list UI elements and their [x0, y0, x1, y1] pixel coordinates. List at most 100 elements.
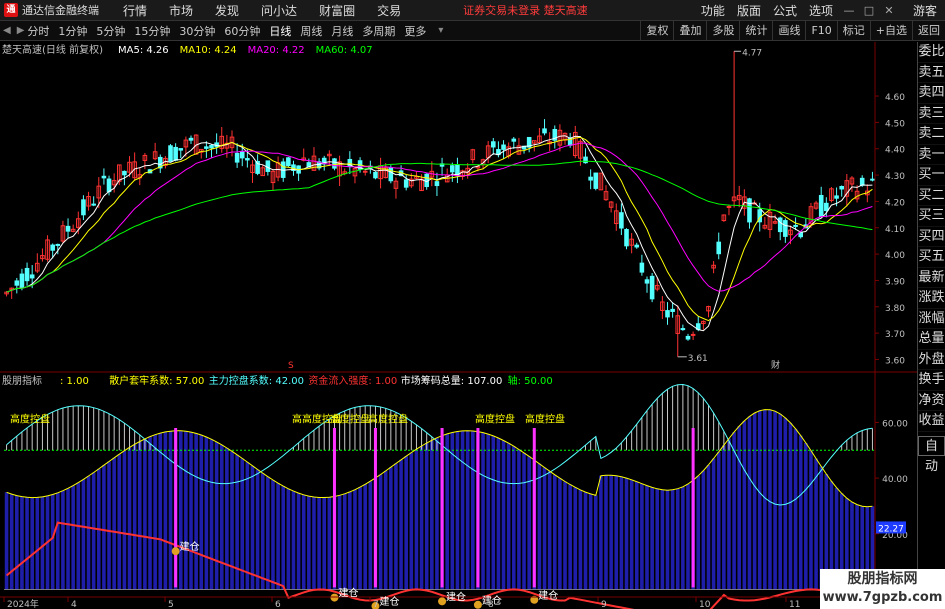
buy-label: 建仓: [379, 595, 399, 608]
date-label: 9: [601, 600, 607, 609]
candle-body: [29, 274, 35, 279]
multi-stock-button[interactable]: 多股: [706, 21, 739, 41]
side-item[interactable]: 买一: [918, 165, 945, 186]
candle-body: [834, 195, 839, 199]
price-tick-label: 4.50: [885, 119, 905, 129]
candle-body: [265, 160, 271, 172]
adjust-button[interactable]: 复权: [640, 21, 673, 41]
candle-body: [81, 199, 86, 216]
side-item[interactable]: 买五: [918, 247, 945, 268]
indicator-legend-label: 轴: 50.00: [508, 374, 553, 387]
menu-item-discover[interactable]: 发现: [215, 2, 239, 19]
candle-body: [824, 202, 829, 212]
candle-body: [50, 244, 55, 251]
side-item[interactable]: 卖三: [918, 104, 945, 124]
app-logo-icon: 通: [4, 3, 18, 17]
candle-body: [793, 224, 798, 227]
candle-body: [491, 141, 496, 148]
side-item[interactable]: 卖一: [918, 145, 945, 165]
period-tab[interactable]: 5分钟: [96, 23, 125, 39]
date-label: 2024年: [7, 598, 39, 609]
period-tab[interactable]: 分时: [27, 23, 49, 39]
candle-body: [726, 206, 732, 209]
close-icon[interactable]: ✕: [879, 4, 899, 17]
ma-legend-label: MA20: 4.22: [248, 45, 305, 56]
side-item[interactable]: 最新: [918, 268, 945, 288]
control-label: 高度控盘: [330, 412, 370, 425]
control-label: 高度控盘: [10, 412, 50, 425]
ma-legend-label: MA60: 4.07: [316, 45, 373, 56]
period-tab[interactable]: 60分钟: [224, 23, 260, 39]
buy-label: 建仓: [338, 587, 358, 600]
mark-button[interactable]: 标记: [836, 21, 870, 41]
side-item[interactable]: 卖五: [918, 63, 945, 83]
kline-chart[interactable]: 4.60 4.50 4.40 4.30 4.20 4.10 4.00 3.90 3.80 3.70…: [0, 42, 917, 609]
candle-body: [593, 172, 599, 189]
period-tab[interactable]: 多周期: [362, 23, 395, 39]
period-tab[interactable]: 15分钟: [134, 23, 170, 39]
date-label: 7: [373, 600, 379, 609]
draw-line-button[interactable]: 画线: [772, 21, 805, 41]
menu-item-quotes[interactable]: 行情: [123, 2, 147, 19]
side-item[interactable]: 净资: [918, 391, 945, 411]
control-label: 高度控盘: [475, 412, 515, 425]
dropdown-icon[interactable]: ▾: [438, 25, 443, 36]
candle-body: [680, 328, 686, 331]
add-watchlist-button[interactable]: +自选: [869, 21, 912, 41]
period-tab[interactable]: 月线: [331, 23, 353, 39]
period-tab-active[interactable]: 日线: [269, 23, 291, 39]
indicator-legend-label: 主力控盘系数: 42.00: [209, 374, 304, 387]
buy-icon: [171, 547, 180, 556]
candle-body: [583, 156, 588, 164]
maximize-icon[interactable]: □: [859, 4, 879, 17]
side-item[interactable]: 买三: [918, 206, 945, 227]
candle-body: [55, 243, 61, 246]
side-item[interactable]: 委比: [918, 42, 945, 63]
period-tab[interactable]: 30分钟: [179, 23, 215, 39]
side-item[interactable]: 涨跌: [918, 288, 945, 309]
candle-body: [634, 244, 640, 248]
side-item[interactable]: 收益: [918, 411, 945, 432]
buy-icon: [330, 593, 339, 602]
side-item[interactable]: 自动: [918, 435, 945, 474]
guest-label[interactable]: 游客: [913, 2, 937, 19]
back-button[interactable]: 返回: [912, 21, 945, 41]
login-notice[interactable]: 证券交易未登录 楚天高速: [463, 2, 588, 18]
menu-item-trade[interactable]: 交易: [377, 2, 401, 19]
minimize-icon[interactable]: —: [839, 4, 859, 17]
side-item[interactable]: 卖二: [918, 124, 945, 145]
period-tab[interactable]: 1分钟: [58, 23, 87, 39]
f10-button[interactable]: F10: [805, 21, 836, 41]
side-item[interactable]: 卖四: [918, 83, 945, 104]
left-arrow-icon[interactable]: ◀: [3, 25, 11, 36]
menu-formula[interactable]: 公式: [773, 2, 797, 19]
period-tab-more[interactable]: 更多: [404, 23, 426, 39]
side-item[interactable]: 换手: [918, 370, 945, 391]
price-tick-label: 4.60: [885, 93, 905, 103]
candle-body: [403, 179, 409, 188]
candle-body: [173, 146, 178, 161]
candle-body: [511, 138, 517, 142]
right-arrow-icon[interactable]: ▶: [17, 25, 25, 36]
side-item[interactable]: 买四: [918, 227, 945, 247]
side-item[interactable]: 外盘: [918, 350, 945, 370]
price-tick-label: 3.80: [885, 304, 905, 314]
menu-layout[interactable]: 版面: [737, 2, 761, 19]
menu-function[interactable]: 功能: [701, 2, 725, 19]
candle-body: [685, 335, 691, 340]
side-item[interactable]: 买二: [918, 186, 945, 206]
menu-item-ask[interactable]: 问小达: [261, 2, 297, 19]
event-marker: S: [288, 361, 294, 371]
side-item[interactable]: 总量: [918, 329, 945, 350]
candle-body: [178, 148, 184, 151]
side-item[interactable]: 涨幅: [918, 309, 945, 329]
candle-body: [450, 165, 455, 173]
indicator-legend-label: 资金流入强度: 1.00: [308, 374, 397, 387]
price-tick-label: 4.00: [885, 251, 905, 261]
overlay-button[interactable]: 叠加: [673, 21, 706, 41]
stats-button[interactable]: 统计: [739, 21, 772, 41]
menu-item-market[interactable]: 市场: [169, 2, 193, 19]
menu-options[interactable]: 选项: [809, 2, 833, 19]
menu-item-wealth[interactable]: 财富圈: [319, 2, 355, 19]
period-tab[interactable]: 周线: [300, 23, 322, 39]
